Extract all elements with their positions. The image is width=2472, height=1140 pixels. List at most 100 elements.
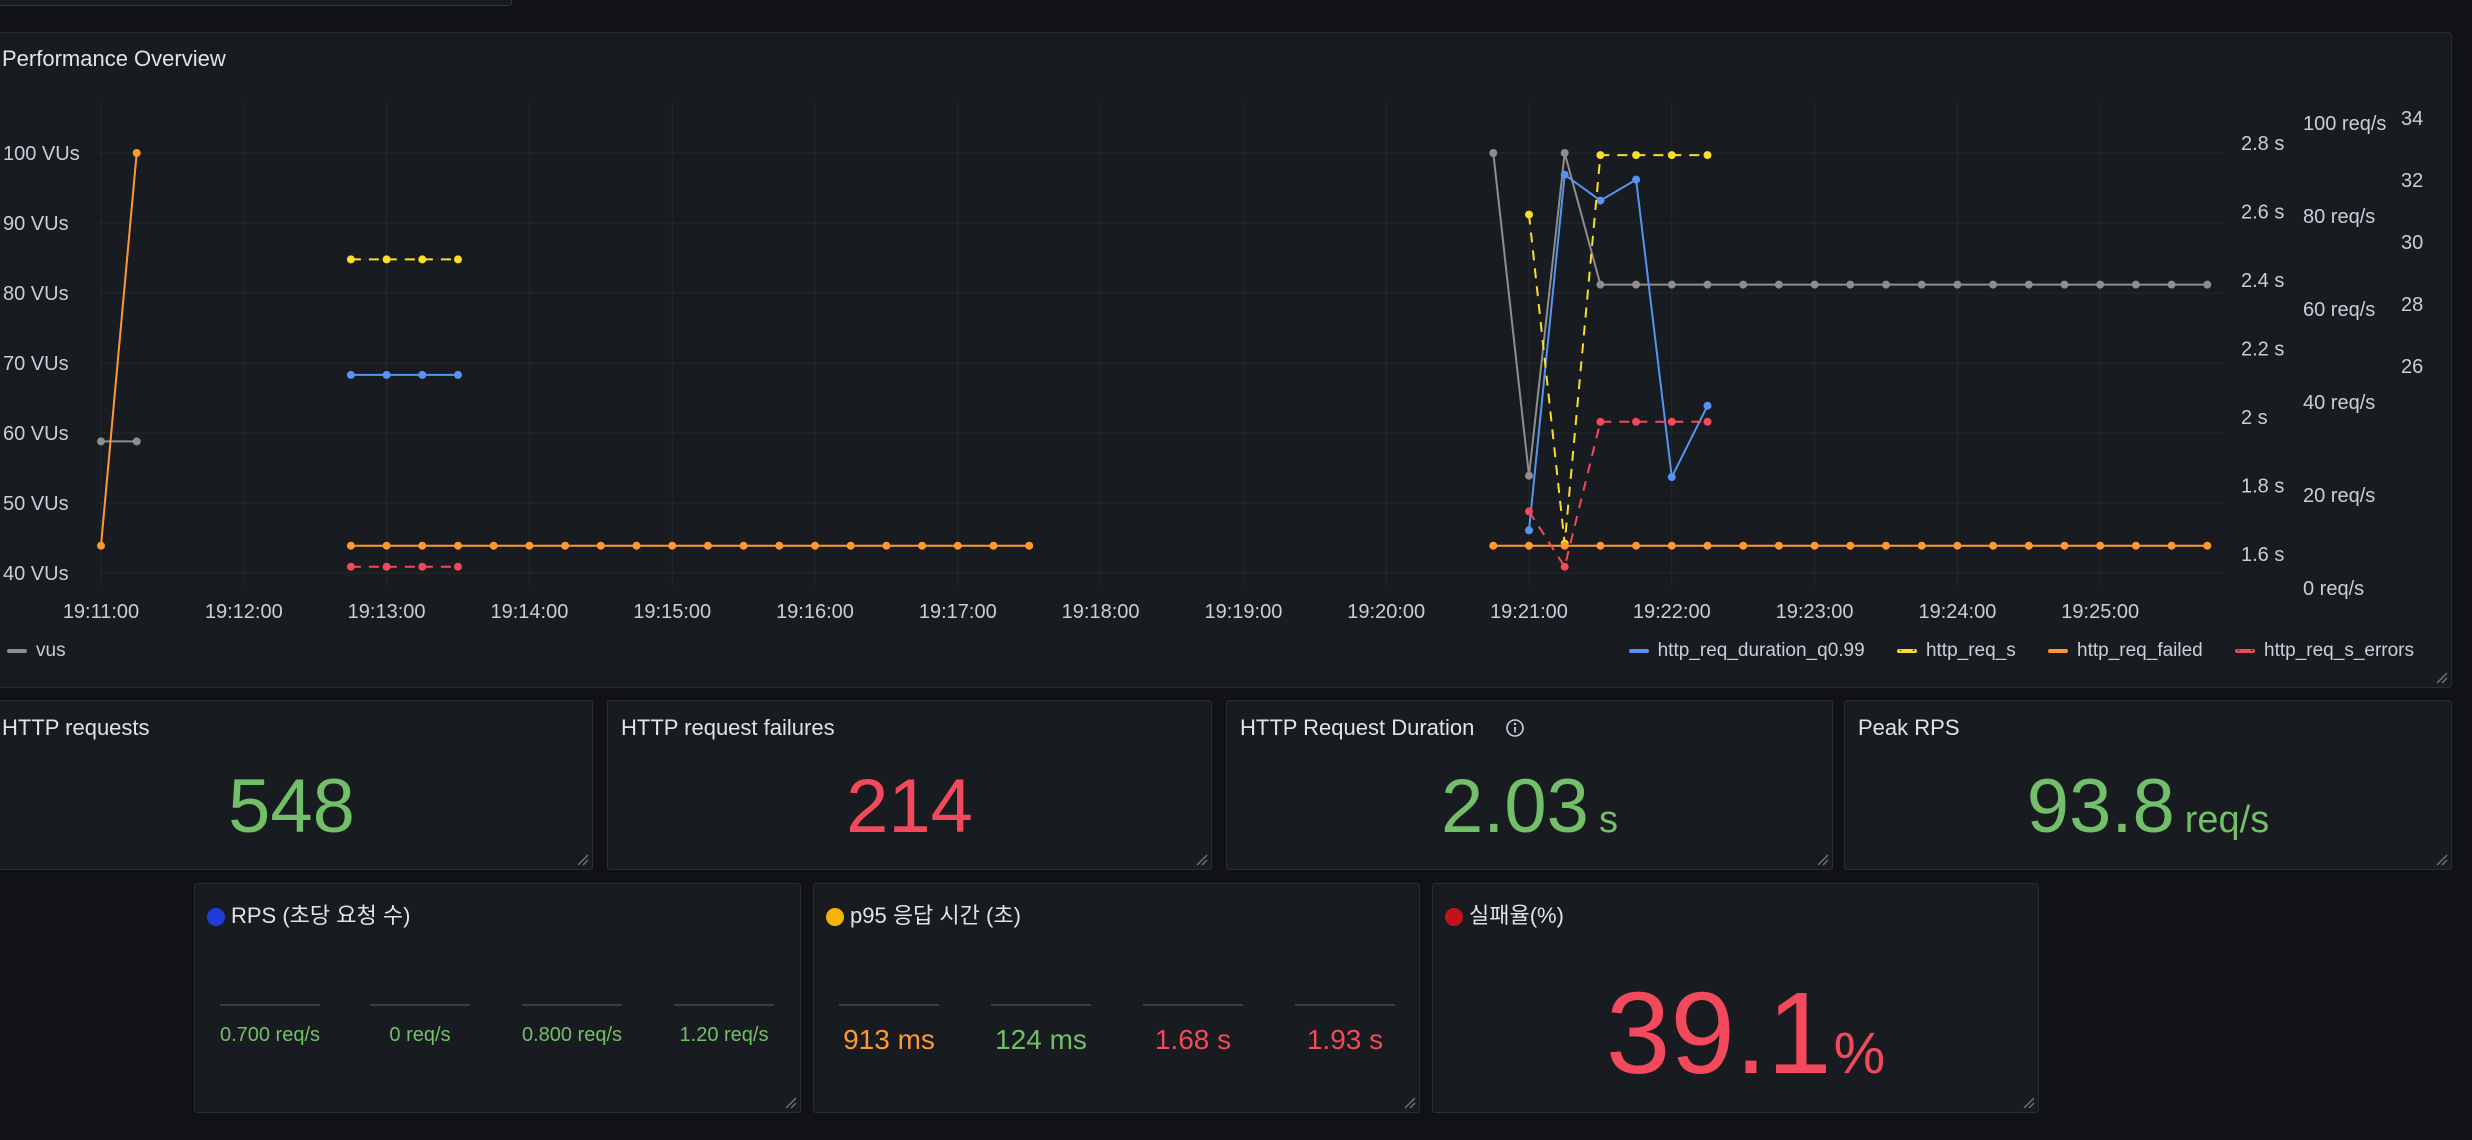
resize-handle-icon[interactable] xyxy=(2434,670,2448,684)
series-line-http_req_failed xyxy=(100,152,138,546)
data-point-http_req_failed xyxy=(668,541,677,550)
data-point-vus xyxy=(1560,149,1569,157)
panel-title: 실패율(%) xyxy=(1445,898,1564,930)
performance-chart[interactable]: 19:11:00 19:12:00 19:13:00 19:14:00 19:15:00… xyxy=(0,33,2451,687)
right-axis-req-tick-label: 40 req/s xyxy=(2303,392,2375,414)
data-point-vus xyxy=(1632,280,1641,289)
data-point-http_req_s_errors xyxy=(1703,417,1712,426)
data-point-http_req_failed xyxy=(882,541,891,550)
data-point-http_req_failed xyxy=(739,541,748,550)
data-point-http_req_failed xyxy=(2060,541,2069,550)
data-point-http_req_failed xyxy=(953,541,962,550)
data-point-http_req_duration_q0.99 xyxy=(346,370,355,379)
right-axis-count-tick-label: 26 xyxy=(2401,356,2423,378)
info-icon[interactable] xyxy=(1505,718,1525,738)
right-axis-count-tick-label: 28 xyxy=(2401,294,2423,316)
data-point-http_req_s_errors xyxy=(418,562,427,571)
top-input-field[interactable] xyxy=(0,0,512,6)
legend-label: http_req_failed xyxy=(2077,640,2203,661)
data-point-vus xyxy=(1596,280,1605,289)
data-point-http_req_s_errors xyxy=(1596,417,1605,426)
blue-circle-icon xyxy=(207,908,225,926)
data-point-vus xyxy=(1953,280,1962,289)
data-point-http_req_s_errors xyxy=(382,562,391,571)
right-axis-seconds-tick-label: 2.2 s xyxy=(2241,339,2284,361)
data-point-http_req_failed xyxy=(2131,541,2140,550)
performance-overview-panel: Performance Overview 19:11:00 19:12:00 19:… xyxy=(0,32,2452,688)
failure-rate-panel: 실패율(%) 39.1% xyxy=(1432,883,2039,1113)
data-point-http_req_s_errors xyxy=(1632,417,1641,426)
data-point-http_req_failed xyxy=(846,541,855,550)
legend-item-errors[interactable]: http_req_s_errors xyxy=(2235,640,2414,661)
data-point-http_req_failed xyxy=(811,541,819,550)
spark-value: 0.700 req/s xyxy=(219,1024,321,1046)
legend-label: http_req_s xyxy=(1925,640,2016,661)
data-point-http_req_failed xyxy=(1560,541,1569,550)
resize-handle-icon[interactable] xyxy=(1815,852,1829,866)
data-point-http_req_failed xyxy=(525,541,534,550)
data-point-vus xyxy=(1739,280,1748,289)
legend-item-vus[interactable]: vus xyxy=(7,640,66,661)
right-axis-req-tick-label: 0 req/s xyxy=(2303,578,2364,600)
data-point-http_req_failed xyxy=(1739,541,1748,550)
x-tick-label: 19:11:00 xyxy=(63,601,139,623)
failure-rate-value: 39.1% xyxy=(1605,968,1886,1098)
data-point-http_req_s_errors xyxy=(1560,562,1569,571)
data-point-http_req_failed xyxy=(775,541,784,550)
spark-value: 124 ms xyxy=(995,1024,1087,1055)
right-axis-req-tick-label: 60 req/s xyxy=(2303,299,2375,321)
data-point-http_req_s xyxy=(346,255,355,264)
right-axis-req-tick-label: 80 req/s xyxy=(2303,206,2375,228)
data-point-http_req_duration_q0.99 xyxy=(382,370,391,379)
rps-sparkline: 1.20 req/s xyxy=(649,1004,799,1047)
legend-label: http_req_duration_q0.99 xyxy=(1657,640,1865,661)
p95-sparkline: 1.68 s xyxy=(1118,1004,1268,1056)
data-point-http_req_failed xyxy=(2024,541,2033,550)
resize-handle-icon[interactable] xyxy=(783,1095,797,1109)
stat-panel-http-requests: HTTP requests 548 xyxy=(0,700,593,870)
x-tick-label: 19:16:00 xyxy=(776,601,854,623)
x-tick-label: 19:12:00 xyxy=(205,601,283,623)
data-point-http_req_failed xyxy=(1632,541,1641,550)
data-point-http_req_failed xyxy=(1525,541,1533,550)
spark-value: 1.20 req/s xyxy=(679,1024,769,1046)
x-tick-label: 19:18:00 xyxy=(1062,601,1140,623)
data-point-http_req_duration_q0.99 xyxy=(1632,175,1641,184)
data-point-vus xyxy=(132,437,141,446)
data-point-http_req_s_errors xyxy=(1525,507,1533,516)
data-point-vus xyxy=(1810,280,1819,289)
stat-title: HTTP Request Duration xyxy=(1240,715,1525,741)
data-point-vus xyxy=(2203,280,2212,289)
panel-title: RPS (초당 요청 수) xyxy=(207,898,410,930)
data-point-http_req_s xyxy=(1632,151,1641,160)
data-point-http_req_failed xyxy=(2167,541,2176,550)
resize-handle-icon[interactable] xyxy=(2021,1095,2035,1109)
yellow-circle-icon xyxy=(826,908,844,926)
data-point-vus xyxy=(1882,280,1890,289)
legend-item-req-s[interactable]: http_req_s xyxy=(1896,640,2016,661)
p95-sparkline: 124 ms xyxy=(966,1004,1116,1056)
right-axis-seconds-tick-label: 2.8 s xyxy=(2241,133,2284,155)
resize-handle-icon[interactable] xyxy=(575,852,589,866)
data-point-vus xyxy=(2167,280,2176,289)
x-tick-label: 19:21:00 xyxy=(1490,601,1568,623)
resize-handle-icon[interactable] xyxy=(1402,1095,1416,1109)
legend-item-duration[interactable]: http_req_duration_q0.99 xyxy=(1628,640,1865,661)
resize-handle-icon[interactable] xyxy=(1194,852,1208,866)
data-point-http_req_failed xyxy=(132,149,141,157)
data-point-vus xyxy=(2024,280,2033,289)
data-point-http_req_s xyxy=(454,255,462,264)
data-point-http_req_failed xyxy=(97,541,105,550)
data-point-vus xyxy=(2131,280,2140,289)
data-point-http_req_failed xyxy=(382,541,391,550)
data-point-http_req_s_errors xyxy=(1667,417,1676,426)
legend-item-failed[interactable]: http_req_failed xyxy=(2048,640,2203,661)
right-axis-count-tick-label: 30 xyxy=(2401,232,2423,254)
spark-value: 0.800 req/s xyxy=(521,1024,623,1046)
legend-label: http_req_s_errors xyxy=(2264,640,2414,661)
stat-title: HTTP requests xyxy=(2,715,150,740)
left-axis-tick-label: 80 VUs xyxy=(3,283,69,305)
right-axis-count-tick-label: 34 xyxy=(2401,108,2423,130)
stat-panel-http-duration: HTTP Request Duration 2.03 s xyxy=(1226,700,1833,870)
resize-handle-icon[interactable] xyxy=(2434,852,2448,866)
